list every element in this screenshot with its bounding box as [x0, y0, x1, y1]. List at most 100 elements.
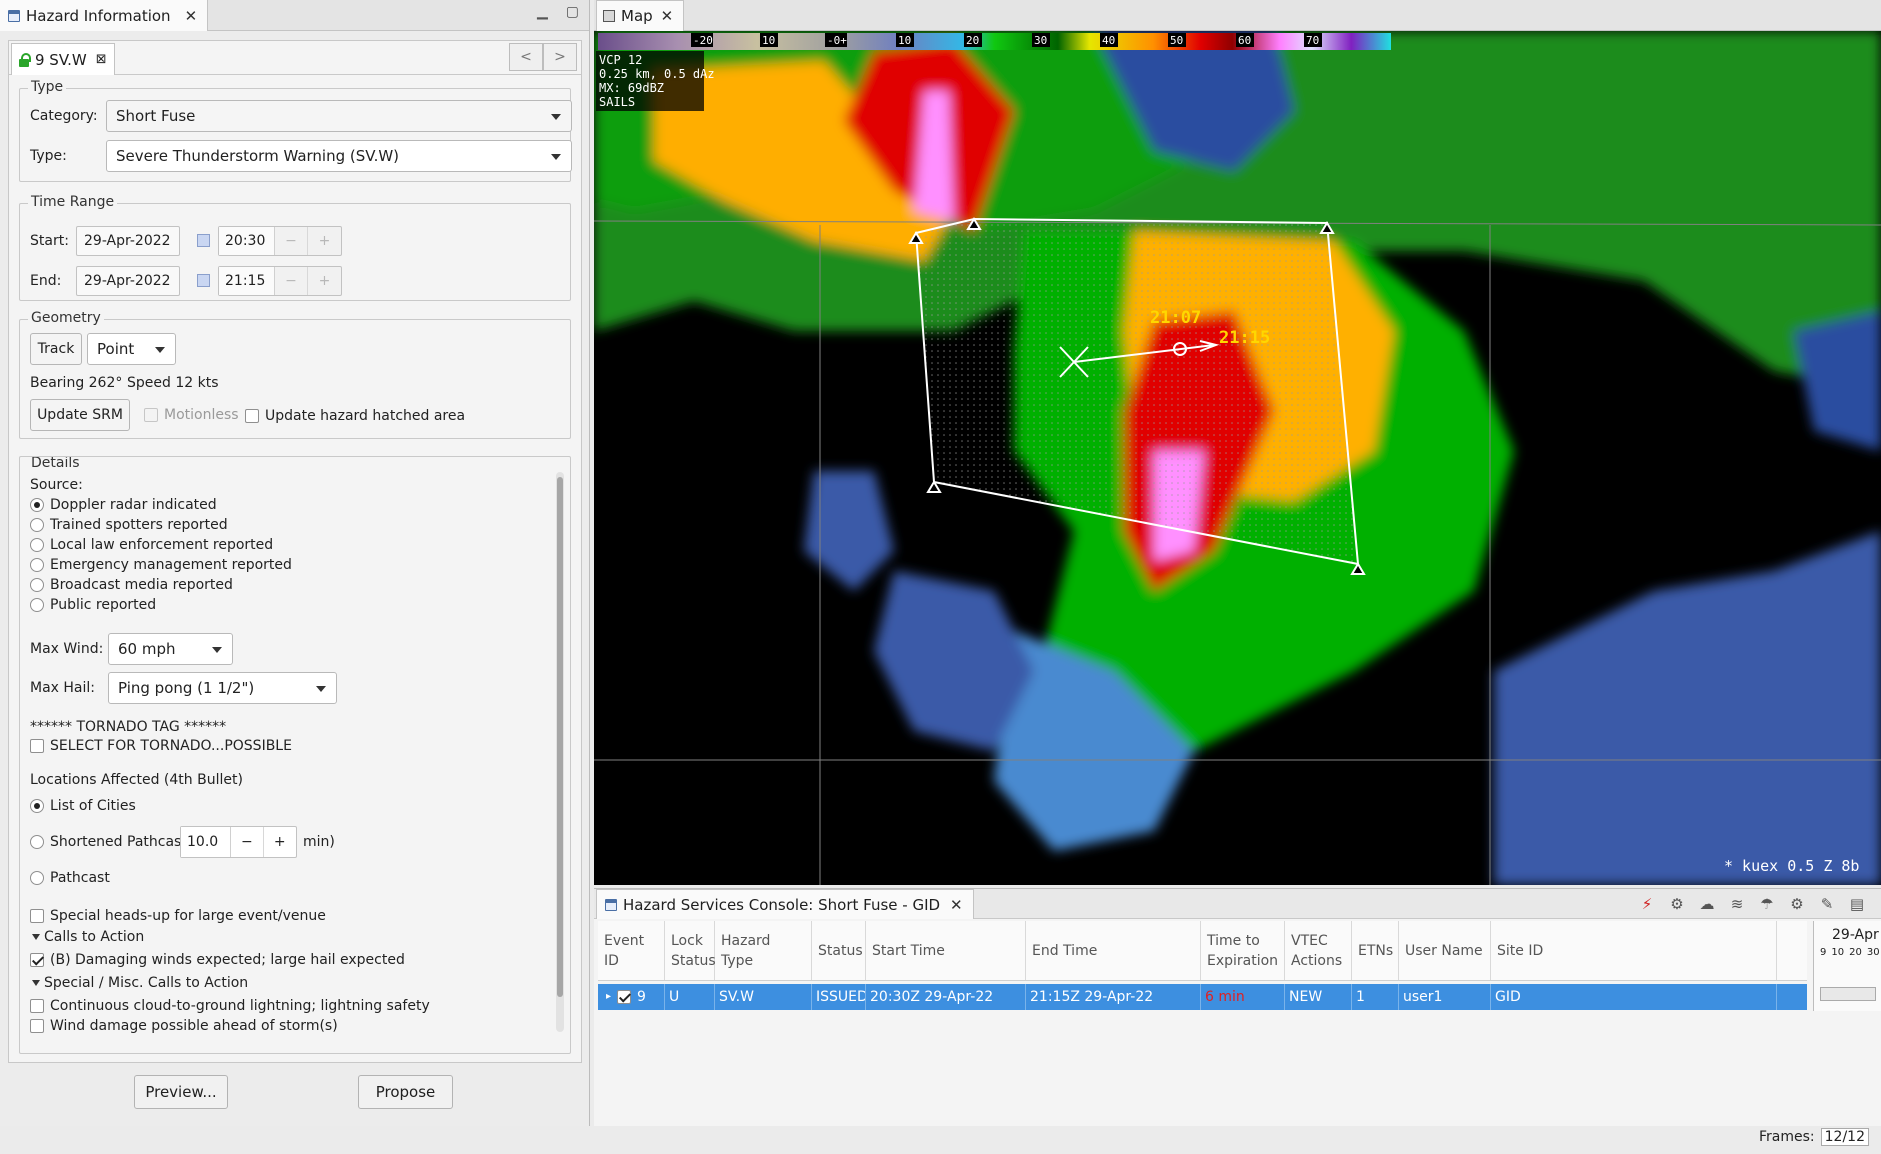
type-select[interactable]: Severe Thunderstorm Warning (SV.W): [106, 140, 572, 172]
category-select[interactable]: Short Fuse: [106, 100, 572, 132]
update-hatched-checkbox[interactable]: Update hazard hatched area: [245, 408, 465, 424]
shape-select[interactable]: Point: [87, 333, 176, 365]
special-misc-toggle[interactable]: Special / Misc. Calls to Action: [32, 975, 248, 991]
scrollbar-thumb[interactable]: [557, 477, 563, 997]
end-time-increment[interactable]: +: [308, 267, 341, 295]
table-row[interactable]: ▸ 9 U SV.W ISSUED 20:30Z 29-Apr-22 21:15…: [598, 984, 1807, 1010]
calendar-icon[interactable]: [197, 274, 210, 287]
calls-to-action-toggle[interactable]: Calls to Action: [32, 929, 144, 945]
source-radio-2[interactable]: Local law enforcement reported: [30, 537, 273, 553]
row-checkbox[interactable]: [617, 990, 632, 1004]
motionless-checkbox[interactable]: Motionless: [144, 407, 239, 423]
col-user-name[interactable]: User Name: [1399, 921, 1491, 980]
close-icon[interactable]: ⊠: [96, 52, 107, 67]
cta-damaging-checkbox[interactable]: (B) Damaging winds expected; large hail …: [30, 952, 405, 968]
end-time-value[interactable]: 21:15: [219, 267, 275, 295]
radar-display[interactable]: 21:07 21:15 -20 10 -0+ 10 20 30 40 50 60…: [594, 31, 1881, 885]
timeline-panel[interactable]: 29-Apr 9 10 20 30: [1813, 921, 1881, 1011]
cta-lightning-checkbox[interactable]: Continuous cloud-to-ground lightning; li…: [30, 998, 430, 1014]
pathcast-decrement[interactable]: −: [231, 827, 264, 857]
cell-event-id[interactable]: ▸ 9: [598, 984, 665, 1010]
track-button[interactable]: Track: [30, 333, 82, 365]
radio-button[interactable]: [30, 498, 44, 512]
settings-tool-icon[interactable]: ⚙: [1667, 894, 1687, 914]
pathcast-minutes-value[interactable]: 10.0: [181, 827, 232, 857]
minimize-button[interactable]: ▁: [537, 4, 548, 20]
col-end-time[interactable]: End Time: [1026, 921, 1201, 980]
checkbox-box[interactable]: [144, 408, 158, 422]
source-radio-3[interactable]: Emergency management reported: [30, 557, 292, 573]
source-radio-4[interactable]: Broadcast media reported: [30, 577, 233, 593]
start-time-value[interactable]: 20:30: [219, 227, 275, 255]
radio-button[interactable]: [30, 871, 44, 885]
checkbox-box[interactable]: [30, 739, 44, 753]
max-hail-select[interactable]: Ping pong (1 1/2"): [108, 672, 337, 704]
expand-triangle-icon[interactable]: [32, 934, 40, 940]
col-hazard-type[interactable]: Hazard Type: [715, 921, 812, 980]
col-etns[interactable]: ETNs: [1352, 921, 1399, 980]
expand-triangle-icon[interactable]: [32, 980, 40, 986]
checkbox-box[interactable]: [30, 1019, 44, 1033]
start-time-decrement[interactable]: −: [275, 227, 308, 255]
frames-value[interactable]: 12/12: [1820, 1128, 1869, 1146]
weather-tool-icon[interactable]: ☂: [1757, 894, 1777, 914]
checkbox-box[interactable]: [30, 999, 44, 1013]
radio-button[interactable]: [30, 598, 44, 612]
list-of-cities-radio[interactable]: List of Cities: [30, 798, 136, 814]
preview-button[interactable]: Preview...: [134, 1075, 228, 1109]
col-event-id[interactable]: Event ID: [598, 921, 665, 980]
radio-button[interactable]: [30, 538, 44, 552]
tab-console[interactable]: Hazard Services Console: Short Fuse - GI…: [596, 889, 974, 919]
close-icon[interactable]: ✕: [661, 7, 674, 25]
start-date-field[interactable]: 29-Apr-2022: [76, 226, 180, 256]
details-scrollbar[interactable]: [556, 472, 564, 1032]
tools-tool-icon[interactable]: ✎: [1817, 894, 1837, 914]
tab-map[interactable]: Map ✕: [596, 0, 685, 31]
tab-hazard-information[interactable]: Hazard Information ✕: [0, 0, 209, 31]
col-lock-status[interactable]: Lock Status: [665, 921, 716, 980]
col-time-to-expiration[interactable]: Time to Expiration: [1201, 921, 1285, 980]
pathcast-radio[interactable]: Pathcast: [30, 870, 110, 886]
hydro-tool-icon[interactable]: ≋: [1727, 894, 1747, 914]
end-date-field[interactable]: 29-Apr-2022: [76, 266, 180, 296]
close-icon[interactable]: ✕: [185, 7, 198, 25]
close-icon[interactable]: ✕: [950, 896, 963, 914]
pathcast-minutes-stepper[interactable]: 10.0 − +: [180, 826, 297, 858]
end-time-decrement[interactable]: −: [275, 267, 308, 295]
prev-hazard-button[interactable]: <: [509, 43, 543, 71]
checkbox-box[interactable]: [30, 909, 44, 923]
update-srm-button[interactable]: Update SRM: [30, 399, 130, 431]
radio-button[interactable]: [30, 558, 44, 572]
calendar-icon[interactable]: [197, 234, 210, 247]
radio-button[interactable]: [30, 578, 44, 592]
shortened-pathcast-radio[interactable]: Shortened Pathcast (: [30, 834, 197, 850]
tornado-possible-checkbox[interactable]: SELECT FOR TORNADO...POSSIBLE: [30, 738, 292, 754]
radio-button[interactable]: [30, 799, 44, 813]
maximize-button[interactable]: ▢: [566, 4, 579, 20]
tab-hazard-9[interactable]: 9 SV.W ⊠: [11, 43, 115, 75]
col-status[interactable]: Status: [812, 921, 866, 980]
col-site-id[interactable]: Site ID: [1491, 921, 1777, 980]
lightning-tool-icon[interactable]: ⚡: [1637, 894, 1657, 914]
start-time-stepper[interactable]: 20:30 − +: [218, 226, 342, 256]
radio-button[interactable]: [30, 518, 44, 532]
timeline-scroll[interactable]: [1820, 987, 1876, 1001]
end-time-stepper[interactable]: 21:15 − +: [218, 266, 342, 296]
cta-wind-damage-checkbox[interactable]: Wind damage possible ahead of storm(s): [30, 1018, 338, 1034]
cloud-tool-icon[interactable]: ☁: [1697, 894, 1717, 914]
setup-tool-icon[interactable]: ⚙: [1787, 894, 1807, 914]
pathcast-increment[interactable]: +: [264, 827, 296, 857]
propose-button[interactable]: Propose: [358, 1075, 453, 1109]
next-hazard-button[interactable]: >: [543, 43, 577, 71]
max-wind-select[interactable]: 60 mph: [108, 633, 233, 665]
checkbox-box[interactable]: [30, 953, 44, 967]
source-radio-1[interactable]: Trained spotters reported: [30, 517, 228, 533]
col-start-time[interactable]: Start Time: [866, 921, 1026, 980]
special-headsup-checkbox[interactable]: Special heads-up for large event/venue: [30, 908, 326, 924]
document-tool-icon[interactable]: ▤: [1847, 894, 1867, 914]
source-radio-0[interactable]: Doppler radar indicated: [30, 497, 217, 513]
start-time-increment[interactable]: +: [308, 227, 341, 255]
expand-arrow-icon[interactable]: ▸: [606, 984, 611, 1010]
source-radio-5[interactable]: Public reported: [30, 597, 156, 613]
col-vtec-actions[interactable]: VTEC Actions: [1285, 921, 1352, 980]
